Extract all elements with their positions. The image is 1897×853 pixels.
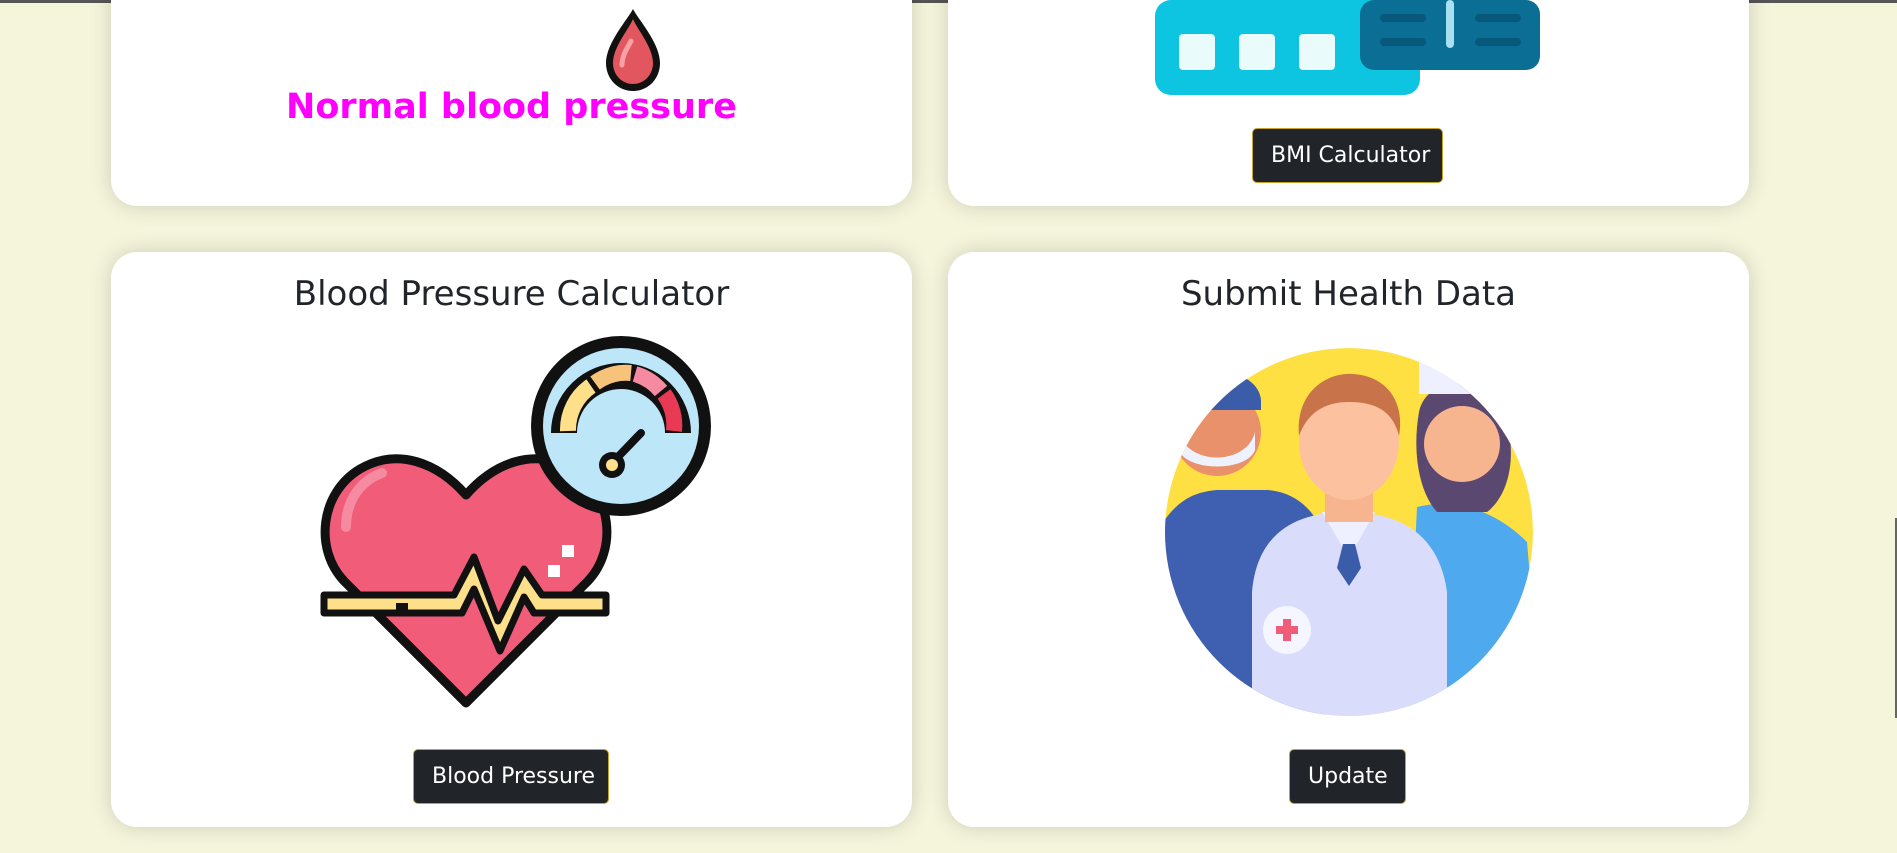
bp-status-text: Normal blood pressure — [286, 87, 737, 127]
scale-icon — [1155, 0, 1540, 95]
medical-team-icon — [1165, 348, 1533, 716]
blood-pressure-button[interactable]: Blood Pressure — [413, 749, 609, 804]
bmi-calculator-button[interactable]: BMI Calculator — [1252, 128, 1443, 183]
bp-calculator-title: Blood Pressure Calculator — [293, 274, 730, 314]
heart-gauge-icon — [320, 336, 711, 708]
health-data-card: Submit Health Data Update — [948, 252, 1749, 827]
health-data-title: Submit Health Data — [1180, 274, 1517, 314]
bmi-card: BMI Calculator — [948, 0, 1749, 206]
update-button[interactable]: Update — [1289, 749, 1406, 804]
blood-drop-icon — [606, 9, 660, 91]
bp-status-card: Normal blood pressure — [111, 0, 912, 206]
bp-calculator-card: Blood Pressure Calculator Blood Pressure — [111, 252, 912, 827]
